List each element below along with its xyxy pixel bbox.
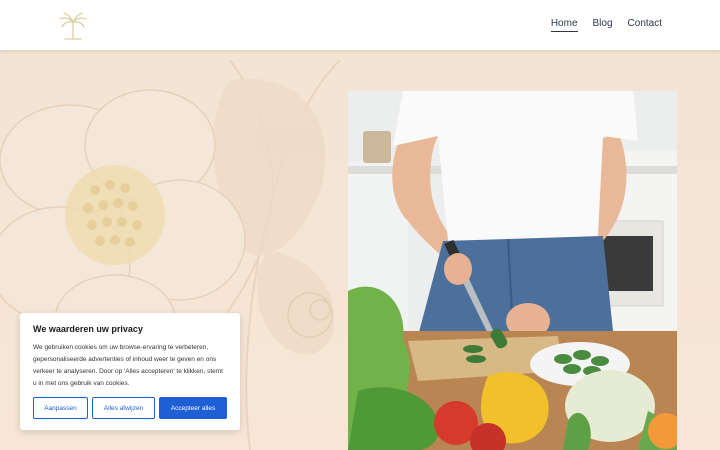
main-nav: Home Blog Contact bbox=[550, 18, 662, 32]
nav-home-link[interactable]: Home bbox=[550, 18, 578, 32]
customize-button[interactable]: Aanpassen bbox=[33, 397, 88, 419]
nav-blog-link[interactable]: Blog bbox=[593, 18, 613, 32]
nav-contact-link[interactable]: Contact bbox=[628, 18, 662, 32]
person-cutting-vegetables-photo bbox=[348, 91, 677, 450]
cookie-button-row: Aanpassen Alles afwijzen Accepteer alles bbox=[33, 397, 227, 419]
hero-photo bbox=[348, 91, 677, 450]
cookie-body-text: We gebruiken cookies om uw browse-ervari… bbox=[33, 344, 223, 387]
reject-all-button[interactable]: Alles afwijzen bbox=[92, 397, 155, 419]
site-header: Home Blog Contact bbox=[0, 0, 720, 50]
accept-all-button[interactable]: Accepteer alles bbox=[159, 397, 227, 419]
cookie-consent-dialog: We waarderen uw privacy We gebruiken coo… bbox=[20, 313, 240, 430]
cookie-title: We waarderen uw privacy bbox=[33, 324, 143, 334]
palm-tree-logo-icon[interactable] bbox=[57, 10, 89, 42]
